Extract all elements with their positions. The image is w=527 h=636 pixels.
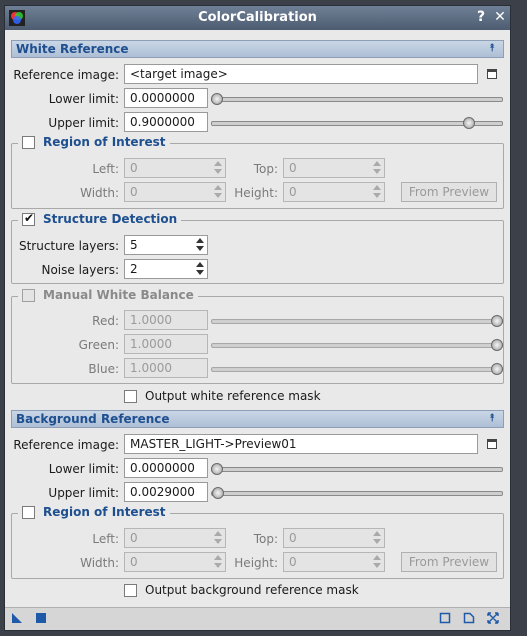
bottom-toolbar [5, 607, 510, 630]
reset-icon[interactable] [439, 612, 451, 624]
white-lower-limit-slider[interactable] [211, 92, 503, 106]
apply-icon[interactable] [35, 612, 47, 624]
white-reference-image-field[interactable]: <target image> [124, 64, 478, 84]
red-field[interactable]: 1.0000 [124, 310, 208, 330]
background-roi-title[interactable]: Region of Interest [18, 505, 170, 519]
title-bar: ColorCalibration ? ✕ [5, 6, 510, 30]
roi-title-label: Region of Interest [43, 505, 166, 519]
white-upper-limit-field[interactable]: 0.9000000 [124, 112, 208, 132]
white-roi-top-spin[interactable]: 0 [283, 158, 385, 178]
lower-limit-label: Lower limit: [48, 92, 119, 106]
preview-icon[interactable] [487, 612, 499, 624]
structure-layers-spin[interactable]: 5 [124, 235, 208, 255]
view-list-icon[interactable] [487, 69, 497, 79]
white-from-preview-button[interactable]: From Preview [401, 182, 497, 202]
green-label: Green: [78, 338, 119, 352]
top-label: Top: [253, 162, 278, 176]
red-label: Red: [92, 314, 119, 328]
bg-upper-limit-label: Upper limit: [48, 486, 119, 500]
slider-knob[interactable] [463, 117, 475, 129]
width-label: Width: [80, 186, 119, 200]
white-upper-limit-slider[interactable] [211, 116, 503, 130]
bg-roi-height-spin[interactable]: 0 [283, 552, 385, 572]
blue-label: Blue: [88, 362, 119, 376]
checkmark-icon: ✔ [24, 210, 35, 225]
background-roi-checkbox[interactable] [22, 505, 35, 519]
white-roi-height-spin[interactable]: 0 [283, 182, 385, 202]
background-reference-section-bar[interactable]: Background Reference ⯭ [11, 410, 504, 428]
bg-upper-limit-slider[interactable] [211, 486, 503, 500]
edit-instructions-icon[interactable] [463, 612, 475, 624]
green-field[interactable]: 1.0000 [124, 334, 208, 354]
bg-upper-limit-field[interactable]: 0.0029000 [124, 482, 208, 502]
collapse-icon[interactable]: ⯭ [485, 411, 499, 427]
noise-layers-spin[interactable]: 2 [124, 259, 208, 279]
bg-lower-limit-slider[interactable] [211, 462, 503, 476]
output-background-mask-label: Output background reference mask [145, 583, 359, 597]
slider-knob[interactable] [211, 93, 223, 105]
slider-knob[interactable] [491, 363, 503, 375]
blue-field[interactable]: 1.0000 [124, 358, 208, 378]
height-label: Height: [234, 556, 278, 570]
bg-lower-limit-field[interactable]: 0.0000000 [124, 458, 208, 478]
top-label: Top: [253, 532, 278, 546]
bg-from-preview-button[interactable]: From Preview [401, 552, 497, 572]
collapse-icon[interactable]: ⯭ [485, 41, 499, 57]
output-white-mask-checkbox[interactable] [124, 389, 137, 403]
background-reference-image-field[interactable]: MASTER_LIGHT->Preview01 [124, 434, 478, 454]
output-background-mask-checkbox[interactable] [124, 583, 137, 597]
blue-slider[interactable] [211, 362, 503, 376]
spin-value: 0 [130, 555, 138, 569]
spin-value: 0 [289, 555, 297, 569]
upper-limit-label: Upper limit: [48, 116, 119, 130]
white-reference-title: White Reference [16, 42, 129, 56]
bg-reference-image-label: Reference image: [13, 438, 119, 452]
bg-roi-top-spin[interactable]: 0 [283, 528, 385, 548]
red-slider[interactable] [211, 314, 503, 328]
slider-knob[interactable] [211, 463, 223, 475]
close-icon[interactable]: ✕ [491, 8, 509, 26]
manual-white-balance-checkbox[interactable] [22, 288, 35, 302]
green-slider[interactable] [211, 338, 503, 352]
left-label: Left: [92, 532, 119, 546]
structure-layers-label: Structure layers: [18, 239, 119, 253]
height-label: Height: [234, 186, 278, 200]
spin-value: 0 [289, 161, 297, 175]
structure-detection-label: Structure Detection [43, 212, 178, 226]
output-white-mask-label: Output white reference mask [145, 389, 321, 403]
noise-layers-label: Noise layers: [41, 263, 119, 277]
white-lower-limit-field[interactable]: 0.0000000 [124, 88, 208, 108]
spin-value: 0 [289, 185, 297, 199]
color-calibration-window: ColorCalibration ? ✕ White Reference ⯭ R… [4, 5, 511, 631]
reference-image-label: Reference image: [13, 68, 119, 82]
new-instance-icon[interactable] [11, 612, 23, 624]
spin-value: 2 [130, 262, 138, 276]
background-reference-title: Background Reference [16, 412, 170, 426]
spin-value: 5 [130, 238, 138, 252]
view-list-icon[interactable] [487, 439, 497, 449]
roi-title-label: Region of Interest [43, 135, 166, 149]
help-icon[interactable]: ? [472, 8, 490, 26]
slider-knob[interactable] [491, 339, 503, 351]
bg-lower-limit-label: Lower limit: [48, 462, 119, 476]
slider-knob[interactable] [491, 315, 503, 327]
spin-value: 0 [130, 531, 138, 545]
spin-value: 0 [289, 531, 297, 545]
spin-value: 0 [130, 161, 138, 175]
output-white-mask-option[interactable]: Output white reference mask [124, 389, 321, 403]
manual-white-balance-title[interactable]: Manual White Balance [18, 288, 198, 302]
slider-knob[interactable] [212, 487, 224, 499]
structure-detection-title[interactable]: ✔ Structure Detection [18, 210, 182, 226]
manual-white-balance-label: Manual White Balance [43, 288, 194, 302]
white-roi-title[interactable]: Region of Interest [18, 135, 170, 149]
white-reference-section-bar[interactable]: White Reference ⯭ [11, 40, 504, 58]
structure-detection-checkbox[interactable]: ✔ [22, 210, 35, 226]
window-title: ColorCalibration [198, 10, 317, 25]
left-label: Left: [92, 162, 119, 176]
spin-value: 0 [130, 185, 138, 199]
width-label: Width: [80, 556, 119, 570]
output-background-mask-option[interactable]: Output background reference mask [124, 583, 359, 597]
white-roi-checkbox[interactable] [22, 135, 35, 149]
